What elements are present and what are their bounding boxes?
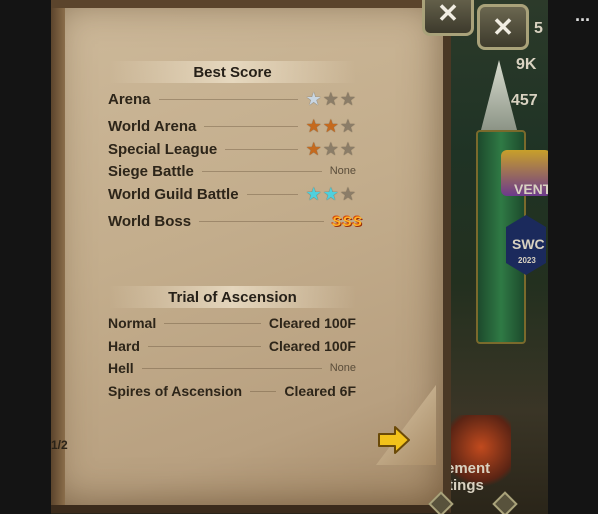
star-empty-icon: ★ <box>322 89 339 109</box>
row-label: Siege Battle <box>108 162 194 180</box>
row-label: Spires of Ascension <box>108 383 243 399</box>
row-siege-battle: Siege Battle None <box>108 161 356 181</box>
close-button-secondary[interactable]: ✕ <box>477 4 529 50</box>
achievement-label-2: tings <box>448 477 484 494</box>
row-world-guild-battle: World Guild Battle ★ ★ ★ <box>108 184 356 204</box>
profile-book-panel: Best Score Arena ★ ★ ★ World Arena ★ ★ ★… <box>51 0 451 513</box>
row-divider <box>250 390 277 392</box>
row-divider <box>246 193 298 195</box>
row-hard: Hard Cleared 100F <box>108 336 356 356</box>
star-rating: ★ ★ ★ <box>306 117 356 135</box>
row-value: Cleared 100F <box>268 338 356 354</box>
row-divider <box>201 170 322 172</box>
star-empty-icon: ★ <box>339 89 356 109</box>
star-bronze-icon: ★ <box>305 116 322 136</box>
row-normal: Normal Cleared 100F <box>108 313 356 333</box>
game-viewport: 5 9K 457 VENT SWC 2023 ement tings Best … <box>51 0 548 514</box>
star-rating: ★ ★ ★ <box>306 140 356 158</box>
swc-label: SWC <box>512 236 545 252</box>
star-rating: ★ ★ ★ <box>306 90 356 108</box>
row-divider <box>141 367 322 369</box>
row-world-boss: World Boss SSS <box>108 211 363 231</box>
row-divider <box>158 98 298 100</box>
achievement-label-1: ement <box>446 460 491 477</box>
row-special-league: Special League ★ ★ ★ <box>108 139 356 159</box>
row-arena: Arena ★ ★ ★ <box>108 89 356 109</box>
star-rating: ★ ★ ★ <box>306 185 356 203</box>
row-label: World Guild Battle <box>108 185 239 203</box>
best-score-title: Best Score <box>193 64 272 81</box>
swc-year: 2023 <box>518 256 536 265</box>
star-silver-icon: ★ <box>305 89 322 109</box>
background-scene: 5 9K 457 VENT SWC 2023 ement tings <box>446 0 548 514</box>
close-icon: ✕ <box>437 0 459 28</box>
book-top-frame <box>51 0 451 8</box>
scene-text-3: 457 <box>511 92 538 109</box>
close-icon: ✕ <box>492 11 514 42</box>
row-divider <box>204 125 298 127</box>
event-label: VENT <box>514 181 548 197</box>
book-spine <box>51 0 65 505</box>
star-cyan-icon: ★ <box>305 184 322 204</box>
close-button[interactable]: ✕ <box>422 0 474 36</box>
row-value: Cleared 100F <box>268 315 356 331</box>
scene-text-2: 9K <box>516 56 537 73</box>
row-divider <box>199 220 324 222</box>
next-page-arrow-icon[interactable] <box>377 425 411 455</box>
row-hell: Hell None <box>108 358 356 378</box>
row-value: None <box>329 362 356 374</box>
page-indicator: 1/2 <box>51 438 68 452</box>
row-label: World Boss <box>108 212 192 230</box>
row-label: Hell <box>108 360 134 376</box>
row-value: None <box>329 165 356 177</box>
row-label: Hard <box>108 338 140 354</box>
more-menu-icon[interactable]: ··· <box>575 10 591 31</box>
star-cyan-icon: ★ <box>322 184 339 204</box>
row-divider <box>147 345 261 347</box>
row-label: World Arena <box>108 117 197 135</box>
row-label: Normal <box>108 315 157 331</box>
row-label: Special League <box>108 140 218 158</box>
star-empty-icon: ★ <box>322 139 339 159</box>
row-value: Cleared 6F <box>284 383 356 399</box>
row-label: Arena <box>108 90 151 108</box>
row-divider <box>225 148 298 150</box>
row-divider <box>164 322 261 324</box>
sss-rank-badge: SSS <box>331 213 363 229</box>
star-empty-icon: ★ <box>339 184 356 204</box>
star-bronze-icon: ★ <box>322 116 339 136</box>
star-bronze-icon: ★ <box>305 139 322 159</box>
row-spires: Spires of Ascension Cleared 6F <box>108 381 356 401</box>
trial-title: Trial of Ascension <box>168 289 297 306</box>
star-empty-icon: ★ <box>339 116 356 136</box>
scene-text-1: 5 <box>534 20 543 37</box>
row-world-arena: World Arena ★ ★ ★ <box>108 116 356 136</box>
star-empty-icon: ★ <box>339 139 356 159</box>
